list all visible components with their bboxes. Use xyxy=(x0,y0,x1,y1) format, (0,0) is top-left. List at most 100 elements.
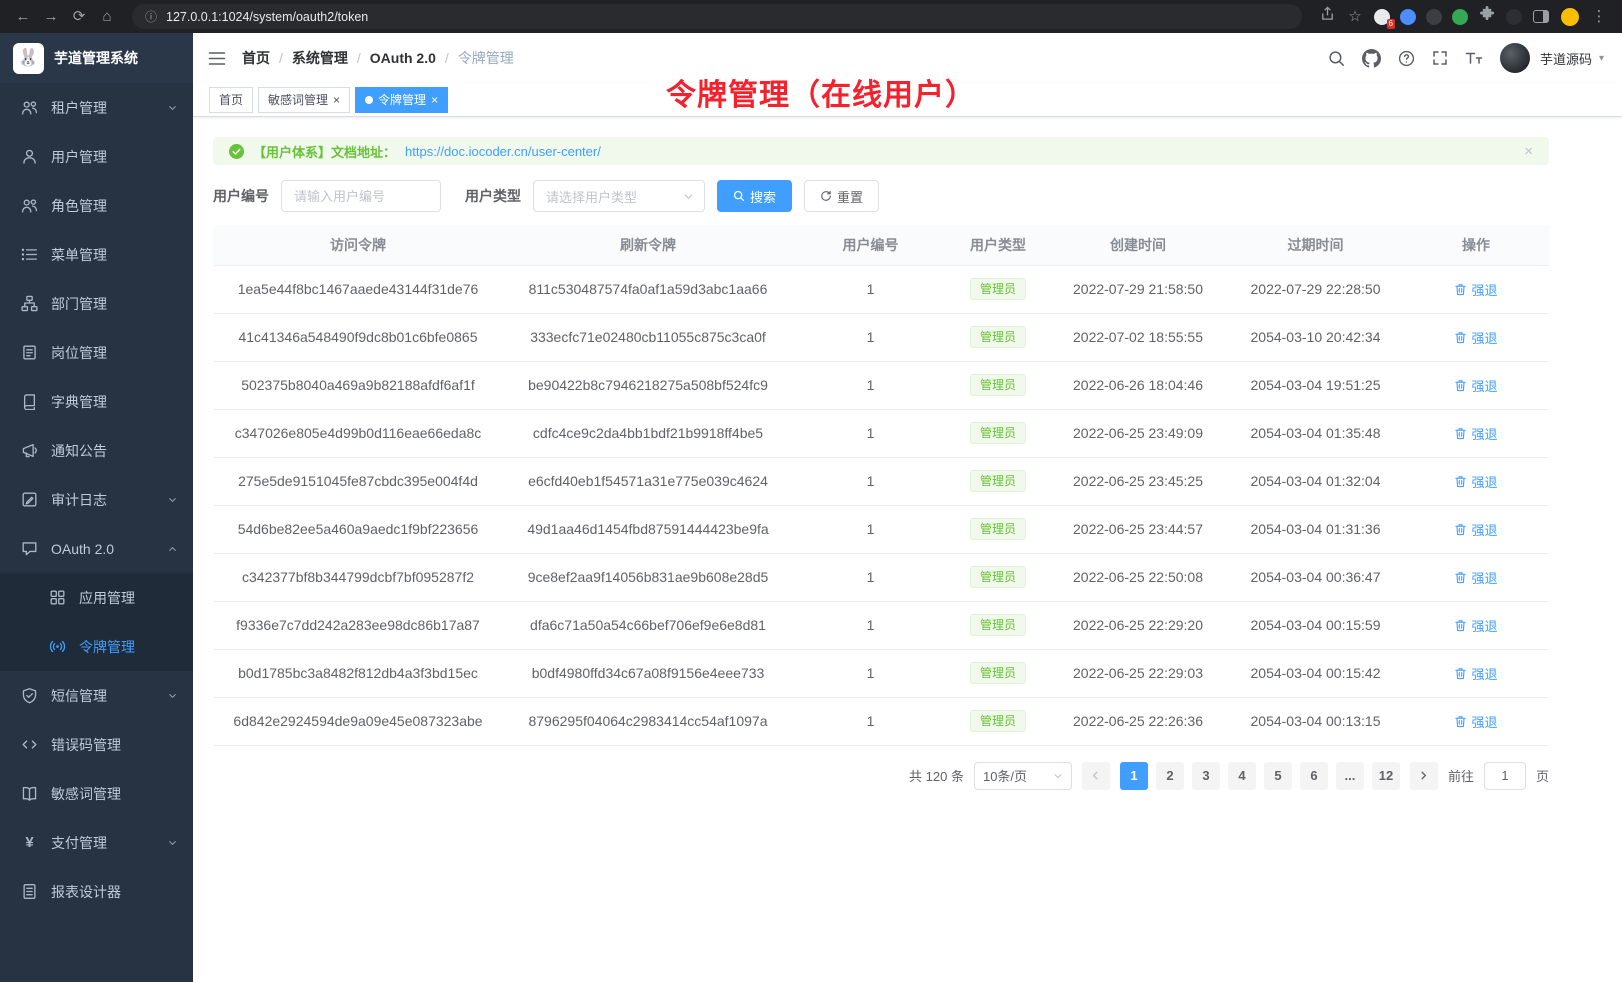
extension-icon[interactable] xyxy=(1426,9,1442,25)
force-logout-button[interactable]: 强退 xyxy=(1454,568,1497,587)
force-logout-button[interactable]: 强退 xyxy=(1454,616,1497,635)
more-pages-button[interactable]: ... xyxy=(1336,762,1364,790)
extension-icon[interactable] xyxy=(1506,9,1522,25)
sidebar-item-error-code[interactable]: 错误码管理 xyxy=(0,720,193,769)
table-header-row: 访问令牌刷新令牌用户编号用户类型创建时间过期时间操作 xyxy=(213,225,1549,265)
alert-link[interactable]: https://doc.iocoder.cn/user-center/ xyxy=(405,144,601,159)
sidebar-item-notice[interactable]: 通知公告 xyxy=(0,426,193,475)
page-button-3[interactable]: 3 xyxy=(1192,762,1220,790)
page-button-1[interactable]: 1 xyxy=(1120,762,1148,790)
sidebar-item-audit-log[interactable]: 审计日志 xyxy=(0,475,193,524)
sidebar-item-label: 令牌管理 xyxy=(79,637,135,657)
sidebar-item-oauth2[interactable]: OAuth 2.0 xyxy=(0,524,193,573)
sidebar-item-dict[interactable]: 字典管理 xyxy=(0,377,193,426)
tab-sensitive-word[interactable]: 敏感词管理× xyxy=(258,87,350,113)
force-logout-button[interactable]: 强退 xyxy=(1454,520,1497,539)
browser-menu-icon[interactable]: ⋮ xyxy=(1586,5,1612,29)
prev-page-button[interactable] xyxy=(1082,762,1110,790)
extension-icon[interactable] xyxy=(1452,9,1468,25)
forward-icon[interactable]: → xyxy=(38,5,64,29)
page-button-6[interactable]: 6 xyxy=(1300,762,1328,790)
search-icon[interactable] xyxy=(1328,50,1345,67)
table-row: b0d1785bc3a8482f812db4a3f3bd15ecb0df4980… xyxy=(213,649,1549,697)
user-name[interactable]: 芋道源码 xyxy=(1540,49,1592,68)
user-id-input[interactable] xyxy=(281,180,441,212)
extension-icon[interactable] xyxy=(1400,9,1416,25)
sidebar-item-user[interactable]: 用户管理 xyxy=(0,132,193,181)
sidebar-item-menu[interactable]: 菜单管理 xyxy=(0,230,193,279)
page-button-2[interactable]: 2 xyxy=(1156,762,1184,790)
back-icon[interactable]: ← xyxy=(10,5,36,29)
sidebar-item-label: 租户管理 xyxy=(51,98,107,118)
close-icon[interactable]: × xyxy=(431,94,438,106)
force-logout-button[interactable]: 强退 xyxy=(1454,280,1497,299)
report-icon xyxy=(21,883,38,900)
search-button[interactable]: 搜索 xyxy=(717,180,792,212)
tab-token[interactable]: 令牌管理× xyxy=(355,87,448,113)
next-page-button[interactable] xyxy=(1410,762,1438,790)
sidebar-item-sms[interactable]: 短信管理 xyxy=(0,671,193,720)
close-icon[interactable]: × xyxy=(333,94,340,106)
sidebar-item-tenant[interactable]: 租户管理 xyxy=(0,83,193,132)
side-panel-icon[interactable] xyxy=(1533,10,1549,23)
force-logout-button[interactable]: 强退 xyxy=(1454,376,1497,395)
create-time-cell: 2022-06-25 23:45:25 xyxy=(1048,457,1228,505)
fullscreen-icon[interactable] xyxy=(1432,50,1448,66)
force-logout-button[interactable]: 强退 xyxy=(1454,664,1497,683)
goto-page-input[interactable] xyxy=(1484,762,1526,790)
home-icon[interactable]: ⌂ xyxy=(94,5,120,29)
page-button-12[interactable]: 12 xyxy=(1372,762,1400,790)
expire-time-cell: 2054-03-04 19:51:25 xyxy=(1228,361,1403,409)
url-bar[interactable]: ⓘ 127.0.0.1:1024/system/oauth2/token xyxy=(132,4,1302,29)
active-dot-icon xyxy=(365,96,373,104)
reload-icon[interactable]: ⟳ xyxy=(66,5,92,29)
expire-time-cell: 2054-03-04 01:35:48 xyxy=(1228,409,1403,457)
github-icon[interactable] xyxy=(1362,49,1381,68)
extension-icon[interactable]: 6 xyxy=(1374,9,1390,25)
extensions-puzzle-icon[interactable] xyxy=(1474,5,1500,29)
sidebar-item-dept[interactable]: 部门管理 xyxy=(0,279,193,328)
close-icon[interactable]: × xyxy=(1524,143,1533,160)
breadcrumb-item[interactable]: 首页 xyxy=(242,48,270,68)
access-token-cell: 502375b8040a469a9b82188afdf6af1f xyxy=(213,361,503,409)
sidebar-item-oauth2-application[interactable]: 应用管理 xyxy=(0,573,193,622)
reset-button[interactable]: 重置 xyxy=(804,180,879,212)
app-logo[interactable]: 🐰 芋道管理系统 xyxy=(0,33,193,83)
user-type-placeholder: 请选择用户类型 xyxy=(546,187,637,206)
table-row: 502375b8040a469a9b82188afdf6af1fbe90422b… xyxy=(213,361,1549,409)
page-button-5[interactable]: 5 xyxy=(1264,762,1292,790)
bookmark-star-icon[interactable]: ☆ xyxy=(1342,5,1368,29)
page-button-4[interactable]: 4 xyxy=(1228,762,1256,790)
goto-label: 前往 xyxy=(1448,766,1474,785)
sidebar-item-oauth2-token[interactable]: 令牌管理 xyxy=(0,622,193,671)
breadcrumb-item[interactable]: 令牌管理 xyxy=(458,48,514,68)
help-icon[interactable] xyxy=(1398,50,1415,67)
page-size-select[interactable]: 10条/页 xyxy=(974,762,1072,790)
delete-icon xyxy=(1454,475,1467,488)
page-size-value: 10条/页 xyxy=(983,766,1027,785)
tab-home[interactable]: 首页 xyxy=(209,87,253,113)
collapse-menu-icon[interactable] xyxy=(208,51,226,66)
font-size-icon[interactable] xyxy=(1465,50,1483,66)
header-actions: 芋道源码 ▾ xyxy=(1328,43,1604,73)
breadcrumb-item[interactable]: 系统管理 xyxy=(292,48,348,68)
share-icon[interactable] xyxy=(1314,5,1340,29)
sidebar-item-role[interactable]: 角色管理 xyxy=(0,181,193,230)
user-type-select[interactable]: 请选择用户类型 xyxy=(533,180,705,212)
sidebar-menu: 租户管理用户管理角色管理菜单管理部门管理岗位管理字典管理通知公告审计日志OAut… xyxy=(0,83,193,916)
force-logout-button[interactable]: 强退 xyxy=(1454,328,1497,347)
profile-avatar-icon[interactable] xyxy=(1561,8,1579,26)
search-button-label: 搜索 xyxy=(750,187,776,206)
tab-label: 首页 xyxy=(219,91,243,108)
info-icon[interactable]: ⓘ xyxy=(145,8,157,25)
force-logout-button[interactable]: 强退 xyxy=(1454,424,1497,443)
user-avatar[interactable] xyxy=(1500,43,1530,73)
force-logout-button[interactable]: 强退 xyxy=(1454,712,1497,731)
sidebar-item-sensitive-word[interactable]: 敏感词管理 xyxy=(0,769,193,818)
access-token-cell: 41c41346a548490f9dc8b01c6bfe0865 xyxy=(213,313,503,361)
sidebar-item-report-designer[interactable]: 报表设计器 xyxy=(0,867,193,916)
breadcrumb-item[interactable]: OAuth 2.0 xyxy=(370,50,436,66)
force-logout-button[interactable]: 强退 xyxy=(1454,472,1497,491)
sidebar-item-pay[interactable]: ¥支付管理 xyxy=(0,818,193,867)
sidebar-item-post[interactable]: 岗位管理 xyxy=(0,328,193,377)
